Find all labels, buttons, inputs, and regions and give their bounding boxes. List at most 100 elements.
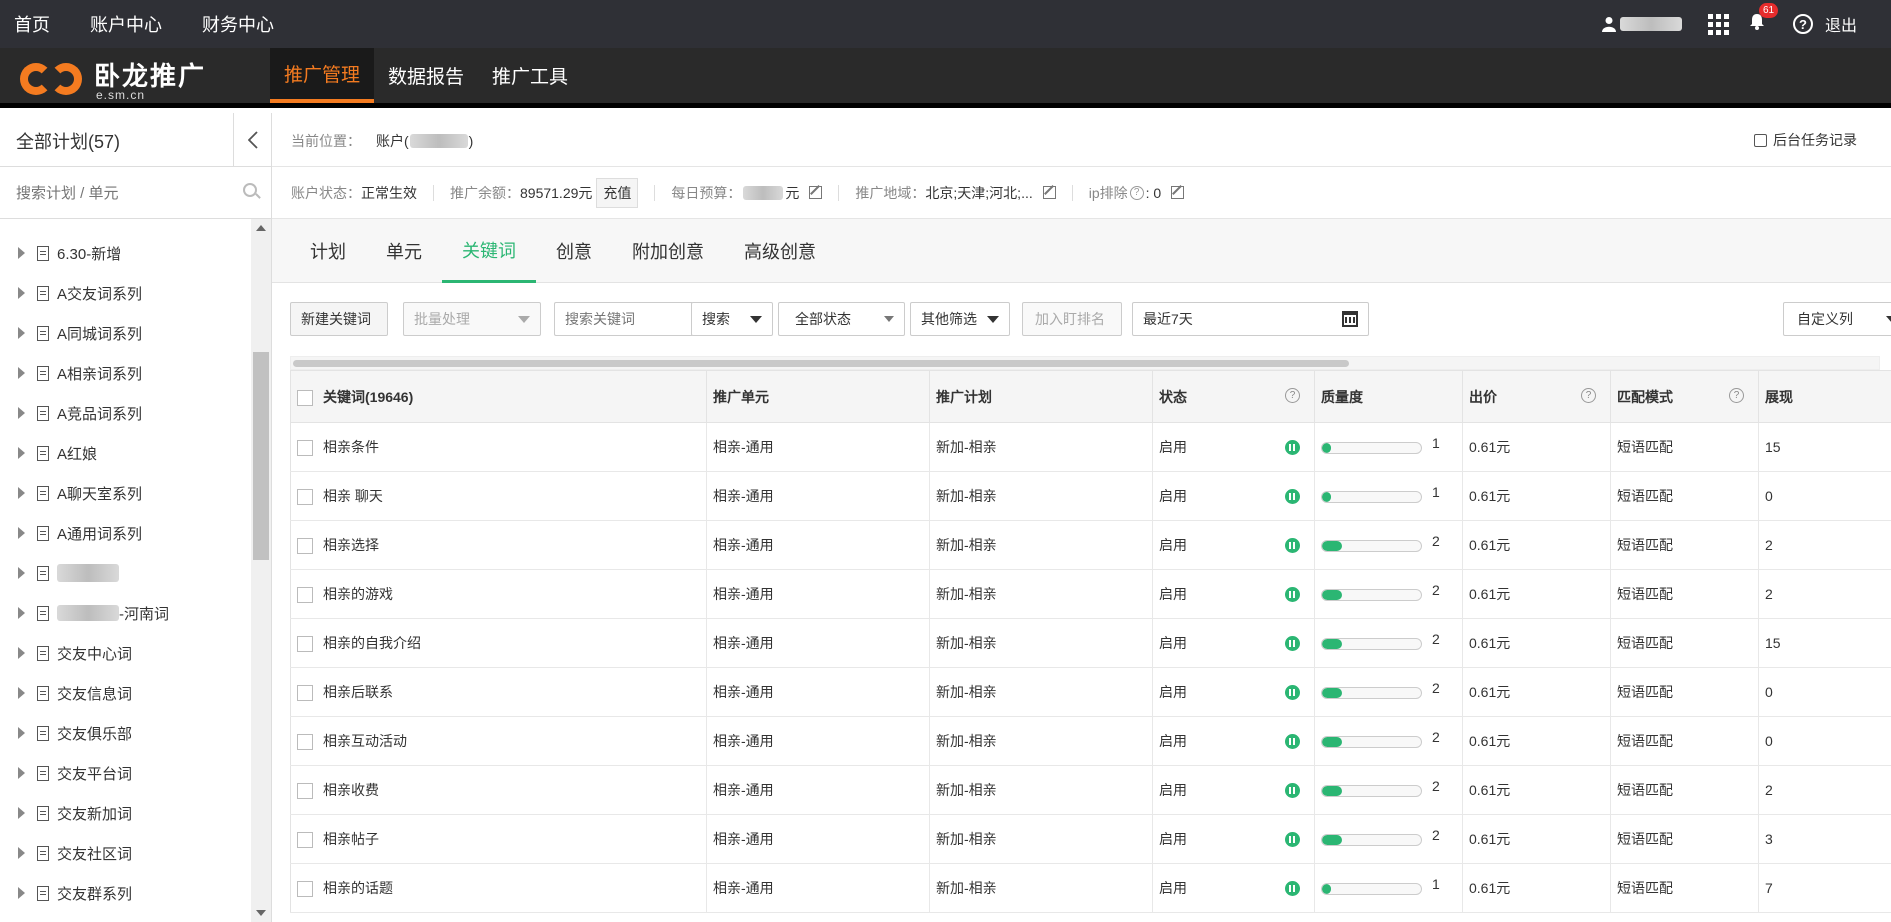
search-dropdown-button[interactable]: 搜索 bbox=[691, 302, 773, 336]
tree-item[interactable]: A交友词系列 bbox=[0, 273, 250, 313]
tree-item[interactable]: A红娘 bbox=[0, 433, 250, 473]
unit-cell[interactable]: 相亲-通用 bbox=[706, 520, 930, 570]
tree-item[interactable]: 交友平台词 bbox=[0, 753, 250, 793]
bid-cell[interactable]: 0.61元 bbox=[1462, 618, 1611, 668]
row-checkbox[interactable] bbox=[297, 440, 313, 457]
column-header-keyword[interactable]: 关键词(19646) bbox=[290, 370, 707, 423]
tree-item[interactable]: 交友俱乐部 bbox=[0, 713, 250, 753]
expand-arrow-icon[interactable] bbox=[18, 687, 25, 699]
add-rank-tracking-button[interactable]: 加入盯排名 bbox=[1022, 302, 1122, 336]
keyword-text[interactable]: 相亲的自我介绍 bbox=[323, 635, 421, 651]
expand-arrow-icon[interactable] bbox=[18, 367, 25, 379]
expand-arrow-icon[interactable] bbox=[18, 487, 25, 499]
expand-arrow-icon[interactable] bbox=[18, 567, 25, 579]
row-checkbox[interactable] bbox=[297, 538, 313, 555]
help-icon[interactable]: ? bbox=[1581, 388, 1596, 403]
expand-arrow-icon[interactable] bbox=[18, 727, 25, 739]
table-row[interactable]: 相亲收费 相亲-通用 新加-相亲 启用 2 0.61元 短语匹配 2 bbox=[290, 765, 1891, 815]
row-checkbox[interactable] bbox=[297, 734, 313, 751]
plan-cell[interactable]: 新加-相亲 bbox=[929, 569, 1153, 619]
match-type-cell[interactable]: 短语匹配 bbox=[1610, 716, 1759, 766]
tab-advanced-creative[interactable]: 高级创意 bbox=[724, 219, 836, 283]
unit-cell[interactable]: 相亲-通用 bbox=[706, 569, 930, 619]
table-row[interactable]: 相亲的自我介绍 相亲-通用 新加-相亲 启用 2 0.61元 短语匹配 15 bbox=[290, 618, 1891, 668]
table-horizontal-scrollbar[interactable] bbox=[290, 356, 1880, 370]
pause-toggle-icon[interactable] bbox=[1285, 587, 1300, 602]
tree-item[interactable]: 交友信息词 bbox=[0, 673, 250, 713]
bid-cell[interactable]: 0.61元 bbox=[1462, 471, 1611, 521]
pause-toggle-icon[interactable] bbox=[1285, 489, 1300, 504]
row-checkbox[interactable] bbox=[297, 832, 313, 849]
column-header-plan[interactable]: 推广计划 bbox=[929, 370, 1153, 423]
keyword-text[interactable]: 相亲互动活动 bbox=[323, 733, 407, 749]
match-type-cell[interactable]: 短语匹配 bbox=[1610, 422, 1759, 472]
status-filter-dropdown[interactable]: 全部状态 bbox=[778, 302, 905, 336]
table-row[interactable]: 相亲选择 相亲-通用 新加-相亲 启用 2 0.61元 短语匹配 2 bbox=[290, 520, 1891, 570]
pause-toggle-icon[interactable] bbox=[1285, 440, 1300, 455]
main-nav-data-report[interactable]: 数据报告 bbox=[374, 48, 478, 103]
collapse-sidebar-button[interactable] bbox=[233, 113, 272, 167]
expand-arrow-icon[interactable] bbox=[18, 607, 25, 619]
tree-item[interactable]: 交友群系列 bbox=[0, 873, 250, 913]
table-row[interactable]: 相亲的话题 相亲-通用 新加-相亲 启用 1 0.61元 短语匹配 7 bbox=[290, 863, 1891, 913]
scroll-down-arrow-icon[interactable] bbox=[256, 910, 266, 916]
expand-arrow-icon[interactable] bbox=[18, 847, 25, 859]
help-icon[interactable]: ? bbox=[1792, 14, 1813, 34]
scroll-up-arrow-icon[interactable] bbox=[256, 225, 266, 231]
expand-arrow-icon[interactable] bbox=[18, 447, 25, 459]
plan-cell[interactable]: 新加-相亲 bbox=[929, 471, 1153, 521]
expand-arrow-icon[interactable] bbox=[18, 807, 25, 819]
pause-toggle-icon[interactable] bbox=[1285, 881, 1300, 896]
help-icon[interactable]: ? bbox=[1129, 185, 1144, 200]
match-type-cell[interactable]: 短语匹配 bbox=[1610, 471, 1759, 521]
pause-toggle-icon[interactable] bbox=[1285, 636, 1300, 651]
unit-cell[interactable]: 相亲-通用 bbox=[706, 716, 930, 766]
plan-cell[interactable]: 新加-相亲 bbox=[929, 618, 1153, 668]
tree-item[interactable] bbox=[0, 553, 250, 593]
task-record-link[interactable]: 后台任务记录 bbox=[1754, 130, 1857, 150]
plan-cell[interactable]: 新加-相亲 bbox=[929, 814, 1153, 864]
tree-item[interactable]: A同城词系列 bbox=[0, 313, 250, 353]
unit-cell[interactable]: 相亲-通用 bbox=[706, 765, 930, 815]
tree-item[interactable]: -河南词 bbox=[0, 593, 250, 633]
pause-toggle-icon[interactable] bbox=[1285, 783, 1300, 798]
match-type-cell[interactable]: 短语匹配 bbox=[1610, 667, 1759, 717]
table-row[interactable]: 相亲的游戏 相亲-通用 新加-相亲 启用 2 0.61元 短语匹配 2 bbox=[290, 569, 1891, 619]
pause-toggle-icon[interactable] bbox=[1285, 538, 1300, 553]
row-checkbox[interactable] bbox=[297, 783, 313, 800]
expand-arrow-icon[interactable] bbox=[18, 247, 25, 259]
keyword-text[interactable]: 相亲选择 bbox=[323, 537, 379, 553]
nav-finance-center[interactable]: 财务中心 bbox=[202, 11, 274, 37]
bid-cell[interactable]: 0.61元 bbox=[1462, 667, 1611, 717]
edit-ip-exclusion-icon[interactable] bbox=[1171, 186, 1185, 199]
expand-arrow-icon[interactable] bbox=[18, 887, 25, 899]
tab-unit[interactable]: 单元 bbox=[366, 219, 442, 283]
column-header-impressions[interactable]: 展现 bbox=[1758, 370, 1891, 423]
pause-toggle-icon[interactable] bbox=[1285, 734, 1300, 749]
bid-cell[interactable]: 0.61元 bbox=[1462, 716, 1611, 766]
tree-item[interactable]: 交友新加词 bbox=[0, 793, 250, 833]
tree-item[interactable]: A竞品词系列 bbox=[0, 393, 250, 433]
tree-item[interactable]: 6.30-新增 bbox=[0, 233, 250, 273]
pause-toggle-icon[interactable] bbox=[1285, 685, 1300, 700]
table-row[interactable]: 相亲帖子 相亲-通用 新加-相亲 启用 2 0.61元 短语匹配 3 bbox=[290, 814, 1891, 864]
plan-cell[interactable]: 新加-相亲 bbox=[929, 716, 1153, 766]
row-checkbox[interactable] bbox=[297, 685, 313, 702]
plan-cell[interactable]: 新加-相亲 bbox=[929, 863, 1153, 913]
edit-region-icon[interactable] bbox=[1042, 186, 1056, 199]
match-type-cell[interactable]: 短语匹配 bbox=[1610, 814, 1759, 864]
expand-arrow-icon[interactable] bbox=[18, 767, 25, 779]
keyword-text[interactable]: 相亲 聊天 bbox=[323, 488, 383, 504]
brand-logo[interactable]: 卧龙推广 e.sm.cn bbox=[20, 56, 240, 102]
match-type-cell[interactable]: 短语匹配 bbox=[1610, 569, 1759, 619]
expand-arrow-icon[interactable] bbox=[18, 407, 25, 419]
user-menu[interactable] bbox=[1601, 16, 1682, 32]
tab-extension-creative[interactable]: 附加创意 bbox=[612, 219, 724, 283]
row-checkbox[interactable] bbox=[297, 636, 313, 653]
match-type-cell[interactable]: 短语匹配 bbox=[1610, 618, 1759, 668]
notification-bell[interactable]: 61 bbox=[1749, 3, 1779, 35]
row-checkbox[interactable] bbox=[297, 489, 313, 506]
match-type-cell[interactable]: 短语匹配 bbox=[1610, 863, 1759, 913]
expand-arrow-icon[interactable] bbox=[18, 327, 25, 339]
bid-cell[interactable]: 0.61元 bbox=[1462, 569, 1611, 619]
